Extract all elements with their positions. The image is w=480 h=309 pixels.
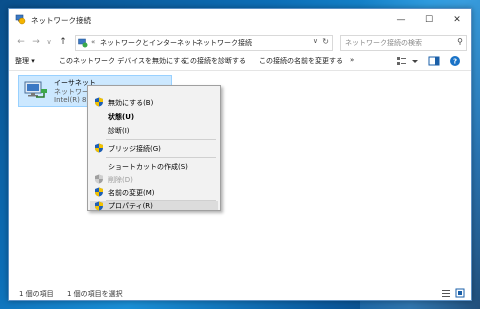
rename-button[interactable]: この接続の名前を変更する <box>259 56 343 66</box>
menu-item-label: 名前の変更(M) <box>108 189 155 197</box>
context-menu: 無効にする(B) 状態(U) 診断(I) ブリッジ接続(G) ショートカットの作… <box>87 85 221 211</box>
forward-arrow-icon[interactable]: → <box>30 36 42 48</box>
menu-item-status[interactable]: 状態(U) <box>90 110 218 122</box>
minimize-button[interactable]: — <box>387 9 415 31</box>
status-bar: 1 個の項目 1 個の項目を選択 <box>9 286 471 300</box>
search-input[interactable]: ネットワーク接続の検索 <box>345 38 422 48</box>
maximize-button[interactable]: ☐ <box>415 9 443 31</box>
menu-item-delete: 削除(D) <box>90 173 218 185</box>
uac-shield-icon <box>95 97 103 107</box>
search-icon[interactable]: ⚲ <box>457 37 463 46</box>
organize-button[interactable]: 整理 ▾ <box>15 56 35 66</box>
menu-item-label: 状態(U) <box>108 113 135 121</box>
uac-shield-icon <box>95 143 103 153</box>
ethernet-adapter-icon <box>24 81 47 98</box>
connections-list: イーサネット ネットワーク Intel(R) 8257 <box>9 70 471 286</box>
diagnose-button[interactable]: この接続を診断する <box>183 56 246 66</box>
path-overflow-icon[interactable]: « <box>91 38 95 46</box>
up-arrow-icon[interactable]: ↑ <box>57 36 69 48</box>
control-panel-icon <box>78 38 88 48</box>
menu-separator <box>106 157 216 158</box>
svg-text:?: ? <box>453 58 457 66</box>
breadcrumb-network-internet[interactable]: ネットワークとインターネット <box>100 38 198 48</box>
recent-locations-dropdown[interactable]: ∨ <box>43 36 55 48</box>
disable-device-button[interactable]: このネットワーク デバイスを無効にする <box>59 56 187 66</box>
menu-item-bridge[interactable]: ブリッジ接続(G) <box>90 142 218 154</box>
menu-item-label: 診断(I) <box>108 127 130 135</box>
menu-item-properties[interactable]: プロパティ(R) <box>90 201 218 211</box>
menu-separator <box>106 139 216 140</box>
title-bar: ネットワーク接続 — ☐ ✕ <box>9 9 471 31</box>
network-connections-app-icon <box>15 14 26 25</box>
menu-item-label: ショートカットの作成(S) <box>108 163 188 171</box>
breadcrumb-network-connections[interactable]: ネットワーク接続 <box>196 38 252 48</box>
menu-item-rename[interactable]: 名前の変更(M) <box>90 186 218 198</box>
menu-item-disable[interactable]: 無効にする(B) <box>90 96 218 108</box>
menu-item-label: 削除(D) <box>108 176 133 184</box>
breadcrumb-separator-icon[interactable]: › <box>186 38 189 46</box>
explorer-window: ネットワーク接続 — ☐ ✕ ← → ∨ ↑ « ネットワークとインターネット … <box>8 8 472 301</box>
window-title: ネットワーク接続 <box>31 16 91 25</box>
refresh-icon[interactable]: ↻ <box>322 37 329 46</box>
menu-item-create-shortcut[interactable]: ショートカットの作成(S) <box>90 160 218 172</box>
help-icon[interactable]: ? <box>449 55 461 67</box>
address-bar[interactable]: « ネットワークとインターネット › ネットワーク接続 ∨ ↻ <box>75 35 333 51</box>
details-view-icon[interactable] <box>441 288 451 298</box>
search-box[interactable]: ネットワーク接続の検索 ⚲ <box>340 35 467 51</box>
navigation-bar: ← → ∨ ↑ « ネットワークとインターネット › ネットワーク接続 ∨ ↻ … <box>9 33 471 51</box>
back-arrow-icon[interactable]: ← <box>15 36 27 48</box>
command-bar: 整理 ▾ このネットワーク デバイスを無効にする この接続を診断する この接続の… <box>9 54 471 68</box>
menu-item-label: 無効にする(B) <box>108 99 154 107</box>
menu-item-diagnose[interactable]: 診断(I) <box>90 124 218 136</box>
menu-item-label: プロパティ(R) <box>108 202 153 210</box>
view-options-icon[interactable] <box>396 55 408 67</box>
view-dropdown-icon[interactable] <box>409 55 421 67</box>
preview-pane-icon[interactable] <box>428 55 440 67</box>
close-button[interactable]: ✕ <box>443 9 471 31</box>
selected-count: 1 個の項目を選択 <box>67 290 123 298</box>
more-commands-button[interactable]: » <box>350 56 354 64</box>
uac-shield-icon <box>95 187 103 197</box>
uac-shield-icon <box>95 201 103 211</box>
menu-item-label: ブリッジ接続(G) <box>108 145 161 153</box>
large-icons-view-icon[interactable] <box>455 288 465 298</box>
item-count: 1 個の項目 <box>19 290 54 298</box>
address-dropdown-icon[interactable]: ∨ <box>313 37 318 45</box>
uac-shield-icon <box>95 174 103 184</box>
